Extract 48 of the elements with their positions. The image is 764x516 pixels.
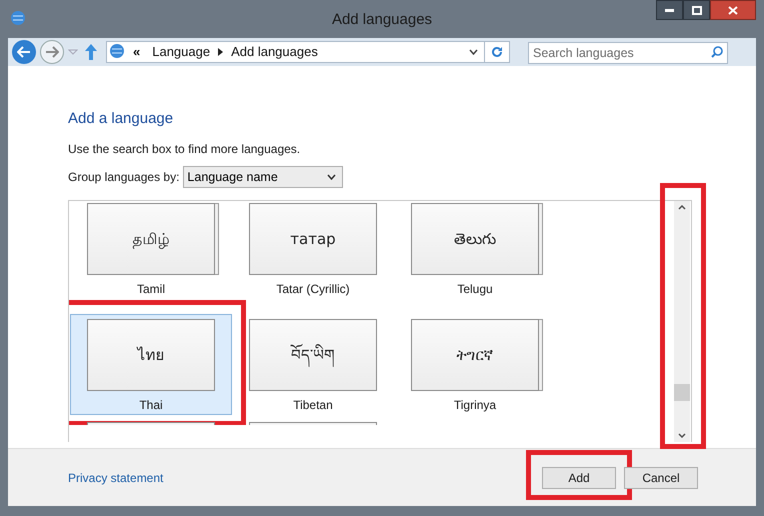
scrollbar[interactable] [674,201,690,442]
up-arrow-icon[interactable] [84,43,98,61]
native-script-text: བོད་ཡིག [291,344,335,366]
native-script-text: ไทย [138,344,164,366]
minimize-button[interactable] [656,0,683,20]
group-by-label: Group languages by: [68,169,180,186]
back-button[interactable] [12,40,36,64]
language-name: Tatar (Cyrillic) [276,281,350,298]
refresh-icon[interactable] [491,46,503,58]
search-field[interactable]: Search languages [528,42,728,64]
forward-button[interactable] [40,40,64,64]
group-by-dropdown[interactable]: Language name [183,166,344,188]
language-name: Telugu [457,281,493,298]
language-icon [109,43,127,61]
language-name: Tamil [136,281,165,298]
back-arrow-icon [17,46,31,58]
native-script-text: తెలుగు [454,228,496,250]
hint-text: Use the search box to find more languages. [68,141,302,158]
address-bar[interactable]: « Language Add languages [106,41,510,63]
dropdown-caret-icon[interactable] [469,49,478,55]
dropdown-caret-icon [327,174,336,180]
chevron-icon[interactable] [218,48,224,56]
maximize-button[interactable] [683,0,710,20]
close-button[interactable] [710,0,756,20]
dialog-button[interactable]: Cancel [624,466,698,488]
native-script-text: தமிழ் [132,228,170,250]
maximize-icon [692,6,702,14]
breadcrumb-overflow[interactable]: « [133,42,140,62]
close-icon [728,6,738,14]
window-title: Add languages [330,10,434,30]
native-script-text: ትግርኛ [456,344,494,366]
language-name: Tibetan [293,397,333,414]
scroll-down-icon[interactable] [678,433,686,438]
language-item[interactable]: ไทย Thai [70,314,232,415]
breadcrumb[interactable]: Add languages [231,42,318,62]
language-name: Tigrinya [454,397,496,414]
language-icon [10,10,28,28]
page-heading: Add a language [68,109,174,129]
scroll-up-icon[interactable] [678,205,686,210]
native-script-text: татар [290,228,336,250]
breadcrumb[interactable]: Language [152,42,210,62]
search-icon [711,46,723,58]
forward-arrow-icon [45,46,59,58]
scrollbar-thumb[interactable] [674,384,690,401]
dialog-button[interactable]: Add [542,466,616,488]
privacy-link[interactable]: Privacy statement [68,468,164,486]
minimize-icon [665,8,674,12]
language-name: Thai [139,397,163,414]
